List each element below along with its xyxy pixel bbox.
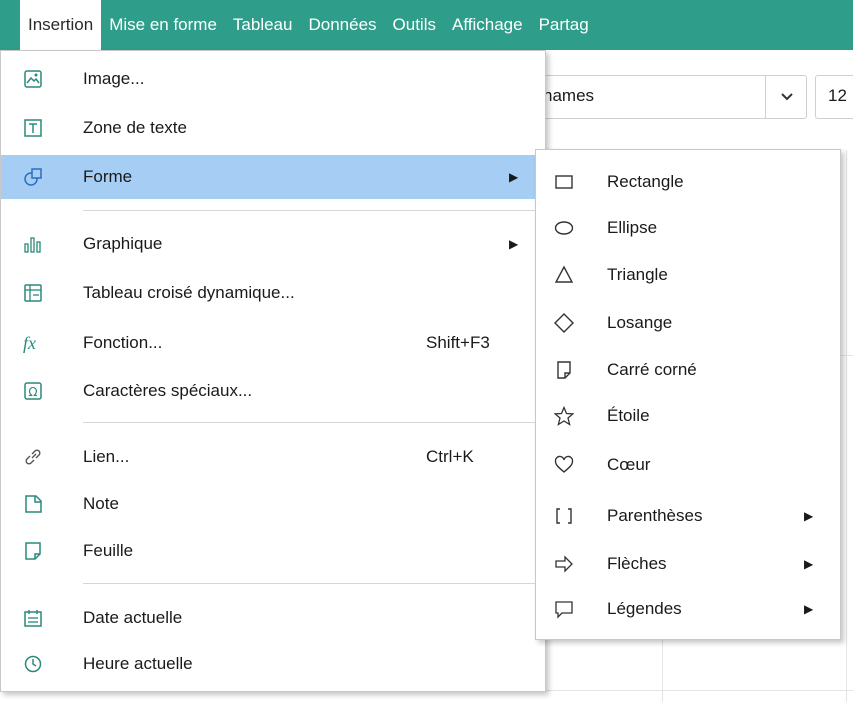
calendar-icon xyxy=(23,608,43,628)
submenu-item-label: Ellipse xyxy=(607,218,658,237)
link-icon xyxy=(23,447,43,467)
pivot-table-icon xyxy=(23,283,43,303)
menu-item-note[interactable]: Note xyxy=(1,482,545,526)
menu-outils[interactable]: Outils xyxy=(385,0,444,50)
menu-tableau[interactable]: Tableau xyxy=(225,0,301,50)
diamond-icon xyxy=(554,313,574,333)
sheet-icon xyxy=(23,541,43,561)
rectangle-icon xyxy=(554,172,574,192)
menu-item-label: Date actuelle xyxy=(83,608,183,627)
menu-item-label: Zone de texte xyxy=(83,118,187,137)
submenu-item-label: Légendes xyxy=(607,599,682,618)
submenu-item-label: Parenthèses xyxy=(607,506,703,525)
submenu-item-label: Flèches xyxy=(607,554,667,573)
grid-line xyxy=(846,150,847,702)
submenu-item-legendes[interactable]: Légendes ▶ xyxy=(536,585,840,633)
submenu-arrow-icon: ▶ xyxy=(509,170,519,184)
brackets-icon xyxy=(554,506,574,526)
text-box-icon xyxy=(23,118,43,138)
font-size-combobox[interactable]: 12 xyxy=(815,75,853,119)
submenu-item-fleches[interactable]: Flèches ▶ xyxy=(536,540,840,588)
menu-item-heure[interactable]: Heure actuelle xyxy=(1,642,545,686)
svg-text:Ω: Ω xyxy=(28,385,37,399)
submenu-item-label: Losange xyxy=(607,313,673,332)
star-icon xyxy=(554,406,574,426)
folded-corner-icon xyxy=(554,360,574,380)
note-icon xyxy=(23,494,43,514)
submenu-item-losange[interactable]: Losange xyxy=(536,299,840,347)
menu-item-shortcut: Ctrl+K xyxy=(426,447,474,466)
submenu-item-ellipse[interactable]: Ellipse xyxy=(536,204,840,252)
menu-item-text-box[interactable]: Zone de texte xyxy=(1,106,545,150)
clock-icon xyxy=(23,654,43,674)
menu-item-shortcut: Shift+F3 xyxy=(426,333,490,352)
heart-icon xyxy=(554,455,574,475)
font-dropdown-button[interactable] xyxy=(765,75,808,119)
omega-icon: Ω xyxy=(23,381,43,401)
submenu-item-coeur[interactable]: Cœur xyxy=(536,441,840,489)
menu-item-label: Forme xyxy=(83,167,133,186)
menu-item-graphique[interactable]: Graphique ▶ xyxy=(1,222,545,266)
submenu-arrow-icon: ▶ xyxy=(804,509,814,523)
chart-icon xyxy=(23,234,43,254)
forme-submenu: Rectangle Ellipse Triangle Losange Carré… xyxy=(535,149,841,640)
menu-item-label: Lien... xyxy=(83,447,130,466)
menu-item-forme[interactable]: Forme ▶ xyxy=(1,155,545,199)
callout-icon xyxy=(554,599,574,619)
submenu-item-triangle[interactable]: Triangle xyxy=(536,251,840,299)
submenu-arrow-icon: ▶ xyxy=(804,557,814,571)
ellipse-icon xyxy=(554,218,574,238)
grid-line xyxy=(546,690,853,691)
chevron-down-icon xyxy=(781,93,793,101)
grid-line xyxy=(662,640,663,702)
shapes-icon xyxy=(23,167,43,187)
triangle-icon xyxy=(554,265,574,285)
submenu-item-parentheses[interactable]: Parenthèses ▶ xyxy=(536,492,840,540)
menu-item-date[interactable]: Date actuelle xyxy=(1,596,545,640)
font-name-value: hames xyxy=(543,86,595,105)
image-icon xyxy=(23,69,43,89)
submenu-item-label: Triangle xyxy=(607,265,668,284)
submenu-item-carre-corne[interactable]: Carré corné xyxy=(536,346,840,394)
menu-item-special-chars[interactable]: Ω Caractères spéciaux... xyxy=(1,369,545,413)
menu-item-label: Fonction... xyxy=(83,333,163,352)
submenu-arrow-icon: ▶ xyxy=(509,237,519,251)
function-icon: fx xyxy=(23,333,36,353)
submenu-item-label: Carré corné xyxy=(607,360,697,379)
menu-item-label: Heure actuelle xyxy=(83,654,193,673)
menu-item-feuille[interactable]: Feuille xyxy=(1,529,545,573)
menu-separator xyxy=(83,583,541,584)
font-size-value: 12 xyxy=(828,86,847,105)
menu-item-pivot-table[interactable]: Tableau croisé dynamique... xyxy=(1,271,545,315)
menu-affichage[interactable]: Affichage xyxy=(444,0,531,50)
menu-mise-en-forme[interactable]: Mise en forme xyxy=(101,0,225,50)
menu-item-image[interactable]: Image... xyxy=(1,57,545,101)
menu-item-label: Graphique xyxy=(83,234,163,253)
submenu-item-rectangle[interactable]: Rectangle xyxy=(536,158,840,206)
menu-item-label: Tableau croisé dynamique... xyxy=(83,283,295,302)
arrow-icon xyxy=(554,554,574,574)
submenu-arrow-icon: ▶ xyxy=(804,602,814,616)
menu-item-fonction[interactable]: fx Fonction... Shift+F3 xyxy=(1,321,545,365)
menu-separator xyxy=(83,422,541,423)
submenu-item-etoile[interactable]: Étoile xyxy=(536,392,840,440)
insertion-menu: Image... Zone de texte Forme ▶ Graphique… xyxy=(0,50,546,692)
menu-item-label: Caractères spéciaux... xyxy=(83,381,253,400)
menu-item-lien[interactable]: Lien... Ctrl+K xyxy=(1,435,545,479)
submenu-item-label: Rectangle xyxy=(607,172,684,191)
menu-item-label: Note xyxy=(83,494,119,513)
menu-insertion[interactable]: Insertion xyxy=(20,0,102,50)
menu-donnees[interactable]: Données xyxy=(300,0,384,50)
submenu-item-label: Étoile xyxy=(607,406,650,425)
menu-item-label: Feuille xyxy=(83,541,134,560)
menu-bar: Insertion Mise en forme Tableau Données … xyxy=(0,0,853,50)
menu-separator xyxy=(83,210,541,211)
menu-partager[interactable]: Partag xyxy=(531,0,597,50)
submenu-item-label: Cœur xyxy=(607,455,651,474)
menu-item-label: Image... xyxy=(83,69,145,88)
